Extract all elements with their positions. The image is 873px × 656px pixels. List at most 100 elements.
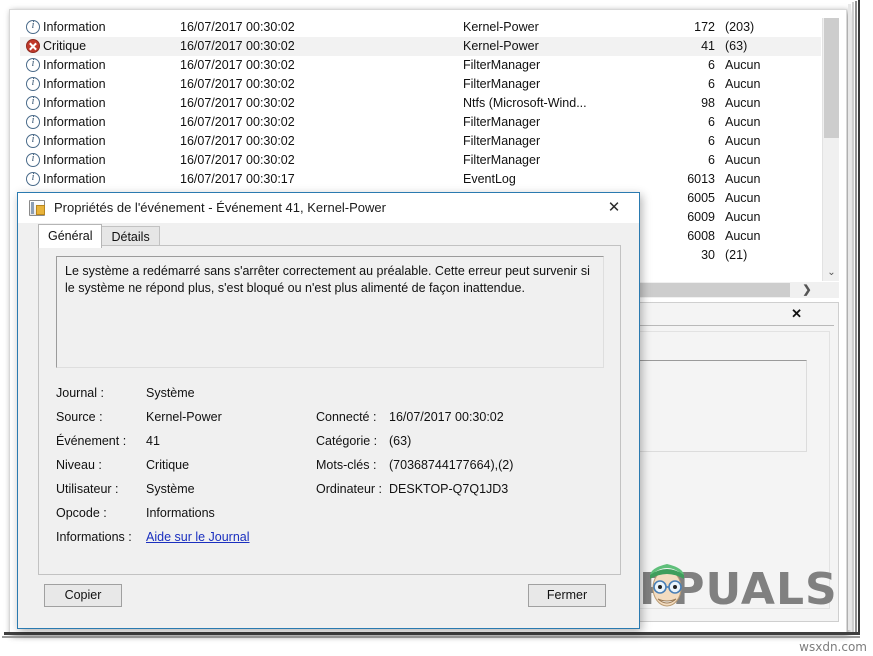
event-category-cell: Aucun: [725, 208, 821, 227]
event-list-row[interactable]: Information16/07/2017 00:30:02FilterMana…: [20, 132, 821, 151]
event-id-cell: 6005: [645, 189, 715, 208]
event-level-label: Information: [43, 115, 106, 129]
window-frame-edge: [858, 0, 860, 634]
event-datetime-cell: 16/07/2017 00:30:02: [180, 56, 360, 75]
scroll-down-icon[interactable]: ⌄: [823, 264, 840, 281]
field-label-level: Niveau :: [56, 458, 102, 472]
field-info-row: Informations : Aide sur le Journal: [56, 530, 604, 554]
information-icon: [26, 20, 40, 34]
field-value: Système: [146, 386, 195, 400]
event-source-cell: FilterManager: [463, 151, 653, 170]
event-list-row[interactable]: Information16/07/2017 00:30:17EventLog60…: [20, 170, 821, 189]
event-list-row[interactable]: Information16/07/2017 00:30:02 FilterMana…: [20, 56, 821, 75]
event-level-cell: Information: [26, 75, 176, 94]
event-datetime-cell: 16/07/2017 00:30:02: [180, 18, 360, 37]
field-value-category: (63): [389, 434, 411, 448]
field-label-user: Utilisateur :: [56, 482, 119, 496]
field-value-level: Critique: [146, 458, 189, 472]
appuals-mascot-icon: [644, 558, 690, 614]
source-watermark: wsxdn.com: [799, 640, 867, 654]
event-level-label: Critique: [43, 39, 86, 53]
event-id-cell: 30: [645, 246, 715, 265]
event-source-cell: Ntfs (Microsoft-Wind...: [463, 94, 653, 113]
field-value-user: Système: [146, 482, 195, 496]
event-datetime-cell: 16/07/2017 00:30:02: [180, 151, 360, 170]
event-level-cell: Information: [26, 132, 176, 151]
window-frame-edge: [852, 2, 854, 632]
event-list-vertical-scrollbar[interactable]: ⌄: [822, 18, 839, 281]
event-list-row[interactable]: Information 16/07/2017 00:30:02 FilterMana…: [20, 113, 821, 132]
tab-page-general: Le système a redémarré sans s'arrêter co…: [38, 245, 621, 575]
event-level-label: Information: [43, 172, 106, 186]
dialog-title: Propriétés de l'événement - Événement 41…: [54, 199, 386, 217]
event-list-row[interactable]: Information16/07/2017 00:30:02Kernel-Pow…: [20, 18, 821, 37]
field-opcode-row: Opcode : Informations: [56, 506, 604, 530]
field-value-source: Kernel-Power: [146, 410, 222, 424]
event-fields: Journal : Système Source : Kernel-Power …: [56, 386, 604, 554]
event-list-row[interactable]: Information16/07/2017 00:30:02FilterMana…: [20, 75, 821, 94]
event-list-row[interactable]: Information 16/07/2017 00:30:02 FilterMana…: [20, 151, 821, 170]
event-level-label: Information: [43, 153, 106, 167]
event-category-cell: Aucun: [725, 151, 821, 170]
copy-button[interactable]: Copier: [44, 584, 122, 607]
event-id-cell: 6009: [645, 208, 715, 227]
event-level-cell: Information: [26, 94, 176, 113]
field-label-computer: Ordinateur :: [316, 482, 382, 496]
event-id-cell: 6: [645, 151, 715, 170]
event-category-cell: Aucun: [725, 94, 821, 113]
event-category-cell: Aucun: [725, 56, 821, 75]
event-level-label: Information: [43, 96, 106, 110]
event-level-cell: Information: [26, 56, 176, 75]
dialog-tabs[interactable]: GénéralDétails: [38, 224, 159, 246]
event-level-label: Information: [43, 134, 106, 148]
information-icon: [26, 77, 40, 91]
event-level-cell: Information: [26, 18, 176, 37]
information-icon: [26, 96, 40, 110]
window-frame-edge: [855, 1, 857, 633]
window-frame-edge: [2, 636, 860, 638]
event-source-cell: Kernel-Power: [463, 37, 653, 56]
field-value-computer: DESKTOP-Q7Q1JD3: [389, 482, 508, 496]
event-id-cell: 6013: [645, 170, 715, 189]
critical-icon: [26, 39, 40, 53]
event-source-cell: FilterManager: [463, 56, 653, 75]
event-id-cell: 172: [645, 18, 715, 37]
field-label-keywords: Mots-clés :: [316, 458, 376, 472]
event-level-cell: Information: [26, 151, 176, 170]
event-level-cell: Information: [26, 113, 176, 132]
information-icon: [26, 115, 40, 129]
event-category-cell: (63): [725, 37, 821, 56]
close-icon[interactable]: ✕: [791, 307, 802, 321]
field-label-source: Source :: [56, 410, 103, 424]
field-value-keywords: (70368744177664),(2): [389, 458, 513, 472]
dialog-titlebar[interactable]: Propriétés de l'événement - Événement 41…: [18, 193, 639, 223]
close-icon[interactable]: ✕: [597, 197, 631, 219]
event-category-cell: Aucun: [725, 189, 821, 208]
event-list-row[interactable]: Critique16/07/2017 00:30:02Kernel-Power4…: [20, 37, 821, 56]
event-category-cell: Aucun: [725, 170, 821, 189]
event-datetime-cell: 16/07/2017 00:30:02: [180, 75, 360, 94]
scroll-right-icon[interactable]: ❯: [799, 282, 815, 298]
event-datetime-cell: 16/07/2017 00:30:17: [180, 170, 360, 189]
event-level-label: Information: [43, 20, 106, 34]
field-label-event: Événement :: [56, 434, 126, 448]
window-frame-edge: [4, 632, 860, 635]
information-icon: [26, 172, 40, 186]
close-button[interactable]: Fermer: [528, 584, 606, 607]
screenshot-root: Information16/07/2017 00:30:02Kernel-Pow…: [0, 0, 873, 656]
log-help-link[interactable]: Aide sur le Journal: [146, 530, 250, 544]
event-category-cell: Aucun: [725, 227, 821, 246]
event-level-label: Information: [43, 77, 106, 91]
event-message-box: Le système a redémarré sans s'arrêter co…: [56, 256, 604, 368]
tab-gnral[interactable]: Général: [38, 224, 102, 248]
event-id-cell: 6: [645, 56, 715, 75]
event-id-cell: 6: [645, 75, 715, 94]
field-journal: Journal : Système: [56, 386, 604, 410]
event-level-cell: Critique: [26, 37, 176, 56]
field-user-row: Utilisateur : Système Ordinateur : DESKT…: [56, 482, 604, 506]
event-datetime-cell: 16/07/2017 00:30:02: [180, 113, 360, 132]
event-source-cell: FilterManager: [463, 113, 653, 132]
field-value-logged: 16/07/2017 00:30:02: [389, 410, 504, 424]
event-list-row[interactable]: Information16/07/2017 00:30:02Ntfs (Micr…: [20, 94, 821, 113]
scrollbar-thumb[interactable]: [824, 18, 839, 138]
